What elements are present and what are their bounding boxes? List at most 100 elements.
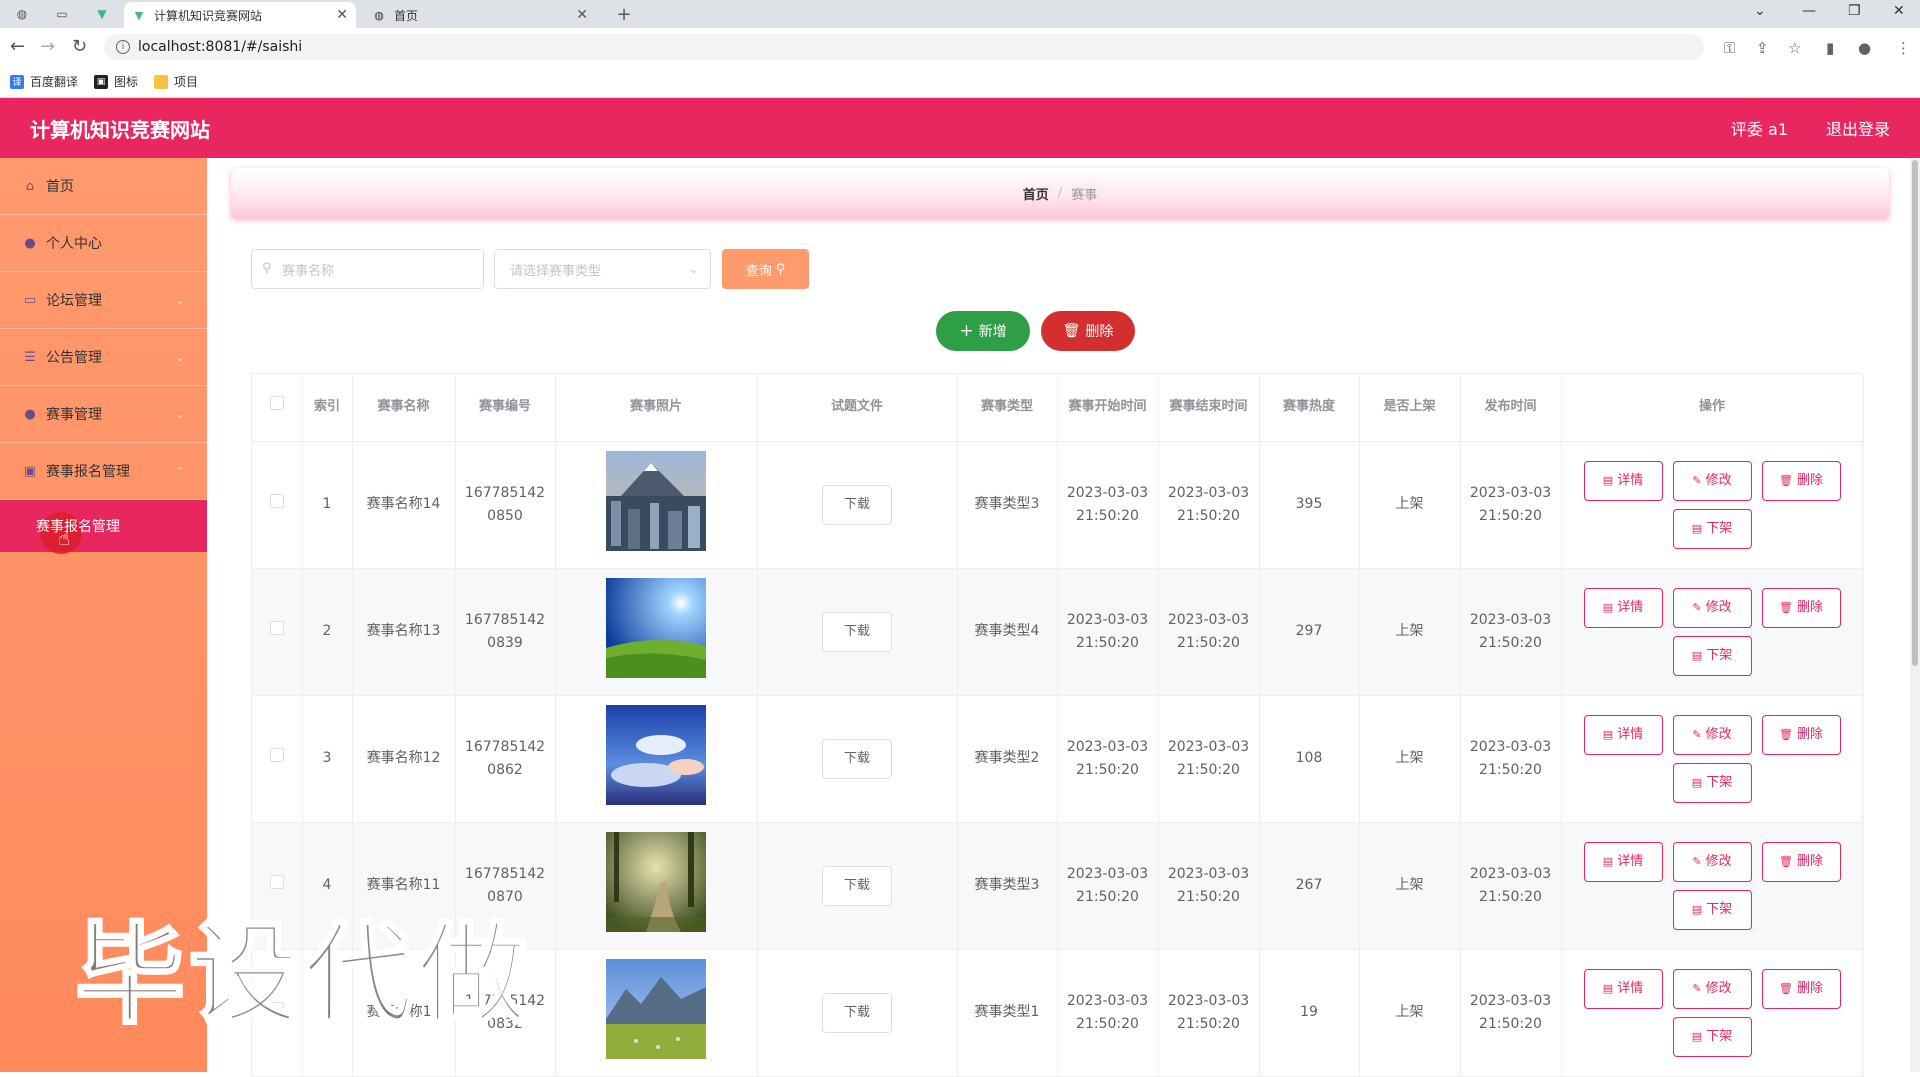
cell-file: 下载	[757, 949, 958, 1077]
cell-start-time: 2023-03-03 21:50:20	[1057, 568, 1159, 696]
minimize-icon[interactable]: —	[1802, 3, 1816, 19]
contest-type-select[interactable]: 请选择赛事类型 ⌄	[494, 249, 711, 289]
column-header: 索引	[302, 374, 353, 442]
detail-button[interactable]: ▤ 详情	[1583, 968, 1663, 1009]
app-header: 计算机知识竞赛网站 评委 a1 退出登录	[0, 98, 1920, 158]
sidebar-item-contest[interactable]: ● 赛事管理 ⌄	[0, 386, 207, 443]
row-checkbox[interactable]	[269, 494, 284, 508]
delete-button[interactable]: 🗑 删除	[1761, 460, 1841, 501]
sidebar-item-notice[interactable]: ☰ 公告管理 ⌄	[0, 329, 207, 386]
add-button[interactable]: + 新增	[936, 311, 1030, 351]
plus-icon: +	[959, 321, 974, 341]
table-row[interactable]: 3 赛事名称12 167785142 0862 下载 赛事类型2 2023-03-…	[252, 695, 1864, 823]
logout-link[interactable]: 退出登录	[1826, 116, 1890, 140]
detail-button[interactable]: ▤ 详情	[1583, 714, 1663, 755]
download-button[interactable]: 下载	[822, 992, 892, 1033]
contest-photo[interactable]	[606, 958, 706, 1063]
browser-tab-strip: ◍ ▭ ▼ ▼ 计算机知识竞赛网站 ✕ ◍ 首页 ✕ + ⌄ — ❐ ✕	[0, 0, 1920, 28]
chevron-down-icon: ⌄	[175, 293, 185, 307]
sidebar-item-home[interactable]: ⌂ 首页	[0, 158, 207, 215]
scrollbar-thumb[interactable]	[1912, 160, 1918, 666]
sidebar-subitem-registration[interactable]: 赛事报名管理 ☝	[0, 500, 207, 554]
contest-photo[interactable]	[606, 831, 706, 936]
detail-button[interactable]: ▤ 详情	[1583, 587, 1663, 628]
contest-name-input[interactable]: ⚲ 赛事名称	[251, 249, 484, 289]
cell-type: 赛事类型3	[957, 822, 1058, 950]
delete-button[interactable]: 🗑 删除	[1761, 714, 1841, 755]
info-icon[interactable]: i	[116, 40, 130, 54]
bookmark-item[interactable]: 项目	[154, 73, 198, 90]
download-button[interactable]: 下载	[822, 484, 892, 525]
table-row[interactable]: 1 赛事名称14 167785142 0850 下载 赛事类型3 2023-03-…	[252, 441, 1864, 569]
table-row[interactable]: 2 赛事名称13 167785142 0839 下载 赛事类型4 2023-03-…	[252, 568, 1864, 696]
delete-button[interactable]: 🗑 删除	[1761, 841, 1841, 882]
picture-icon: ▣	[23, 463, 37, 479]
input-placeholder: 赛事名称	[282, 263, 335, 279]
blank-tab-icon[interactable]: ▭	[52, 4, 72, 24]
download-button[interactable]: 下载	[822, 865, 892, 906]
cell-heat: 297	[1259, 568, 1360, 696]
table-header-row: 索引 赛事名称 赛事编号 赛事照片 试题文件 赛事类型 赛事开始时间 赛事结束时…	[252, 374, 1864, 442]
detail-button[interactable]: ▤ 详情	[1583, 460, 1663, 501]
restore-icon[interactable]: ❐	[1848, 3, 1861, 19]
row-checkbox[interactable]	[269, 748, 284, 762]
detail-button[interactable]: ▤ 详情	[1583, 841, 1663, 882]
close-window-icon[interactable]: ✕	[1893, 3, 1905, 19]
globe-icon[interactable]: ◍	[12, 4, 32, 24]
close-icon[interactable]: ✕	[336, 7, 348, 23]
download-button[interactable]: 下载	[822, 611, 892, 652]
offshelf-button[interactable]: ▤ 下架	[1672, 635, 1752, 676]
contest-photo[interactable]	[606, 577, 706, 682]
pencil-icon: ✎	[1692, 474, 1702, 487]
delete-button[interactable]: 🗑 删除	[1761, 968, 1841, 1009]
select-all-checkbox[interactable]	[269, 396, 284, 411]
reload-icon[interactable]: ↻	[72, 36, 87, 57]
new-tab-icon[interactable]: +	[614, 4, 634, 25]
row-select-cell[interactable]	[252, 568, 303, 696]
row-select-cell[interactable]	[252, 695, 303, 823]
offshelf-button[interactable]: ▤ 下架	[1672, 762, 1752, 803]
edit-button[interactable]: ✎ 修改	[1672, 587, 1752, 628]
vue-logo-icon[interactable]: ▼	[92, 4, 112, 24]
sidebar-item-profile[interactable]: ● 个人中心	[0, 215, 207, 272]
row-select-cell[interactable]	[252, 441, 303, 569]
url-field[interactable]: i localhost:8081/#/saishi	[104, 34, 1704, 60]
menu-icon[interactable]: ⋮	[1896, 39, 1911, 57]
star-icon[interactable]: ☆	[1788, 39, 1801, 57]
sidebar-item-forum[interactable]: ▭ 论坛管理 ⌄	[0, 272, 207, 329]
contest-photo[interactable]	[606, 704, 706, 809]
edit-button[interactable]: ✎ 修改	[1672, 968, 1752, 1009]
forward-icon[interactable]: →	[40, 36, 55, 57]
row-checkbox[interactable]	[269, 621, 284, 635]
delete-button[interactable]: 🗑 删除	[1761, 587, 1841, 628]
offshelf-button[interactable]: ▤ 下架	[1672, 889, 1752, 930]
back-icon[interactable]: ←	[10, 36, 25, 57]
document-icon: ▤	[1602, 474, 1614, 487]
user-icon: ●	[24, 235, 36, 251]
profile-icon[interactable]: ●	[1858, 39, 1871, 57]
cell-end-time: 2023-03-03 21:50:20	[1158, 949, 1260, 1077]
tab-home[interactable]: ◍ 首页 ✕	[364, 2, 596, 28]
download-button[interactable]: 下载	[822, 738, 892, 779]
batch-delete-button[interactable]: 🗑 删除	[1041, 311, 1135, 351]
chevron-down-icon[interactable]: ⌄	[1754, 3, 1766, 19]
edit-button[interactable]: ✎ 修改	[1672, 841, 1752, 882]
watermark: 毕设代做	[74, 910, 531, 1041]
close-icon[interactable]: ✕	[576, 7, 588, 23]
offshelf-button[interactable]: ▤ 下架	[1672, 508, 1752, 549]
sidepanel-icon[interactable]: ▮	[1826, 39, 1834, 57]
offshelf-button[interactable]: ▤ 下架	[1672, 1016, 1752, 1057]
sidebar-item-registration[interactable]: ▣ 赛事报名管理 ⌃	[0, 443, 207, 500]
query-button[interactable]: 查询 ⚲	[722, 249, 809, 289]
edit-button[interactable]: ✎ 修改	[1672, 714, 1752, 755]
breadcrumb-home[interactable]: 首页	[1023, 184, 1049, 203]
bookmark-item[interactable]: 译 百度翻译	[10, 73, 78, 90]
page-scrollbar[interactable]	[1910, 158, 1920, 1072]
contest-photo[interactable]	[606, 450, 706, 555]
tab-active[interactable]: ▼ 计算机知识竞赛网站 ✕	[124, 2, 356, 28]
share-icon[interactable]: ⇪	[1756, 39, 1769, 57]
select-all-cell[interactable]	[252, 374, 303, 442]
bookmark-item[interactable]: ▣ 图标	[94, 73, 138, 90]
edit-button[interactable]: ✎ 修改	[1672, 460, 1752, 501]
key-icon[interactable]: ⚿	[1724, 39, 1735, 57]
